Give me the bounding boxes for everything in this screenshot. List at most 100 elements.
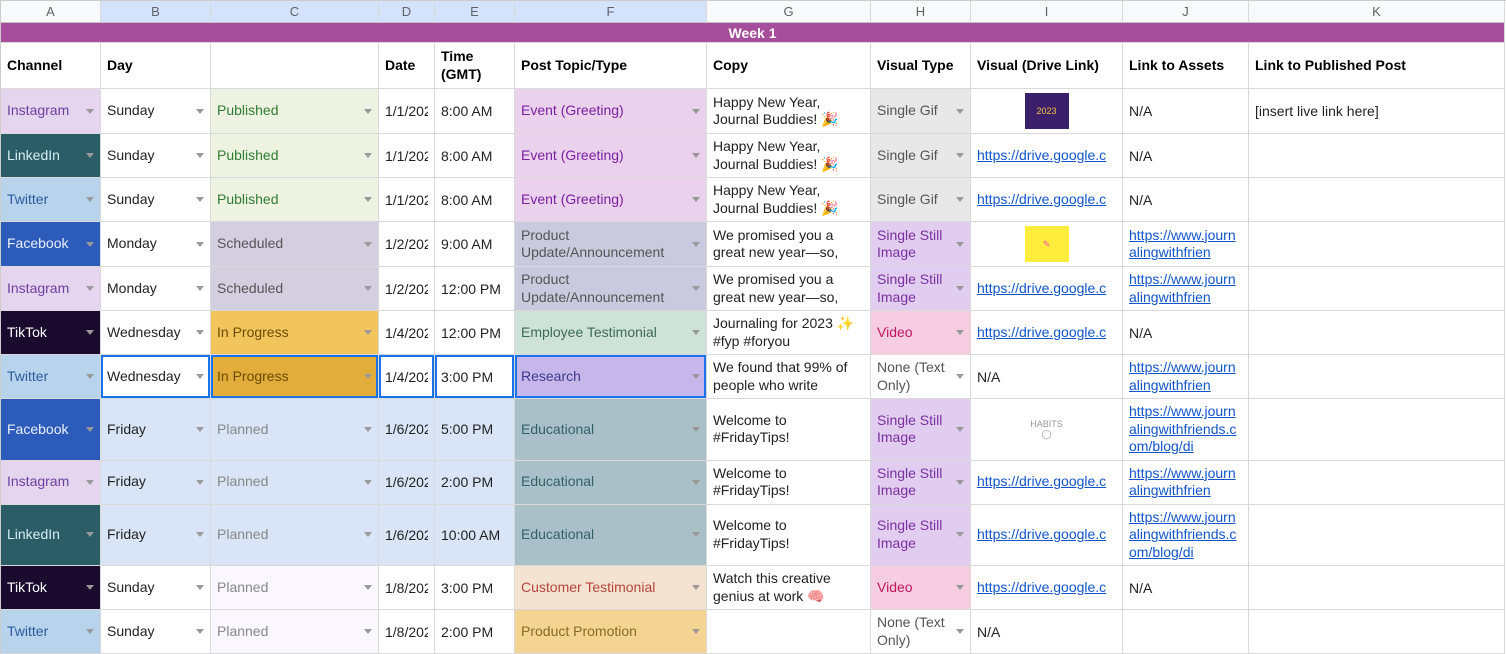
drive-cell[interactable]: ✎: [971, 222, 1123, 267]
col-head-K[interactable]: K: [1249, 1, 1505, 23]
drive-cell-link[interactable]: https://drive.google.c: [977, 526, 1116, 544]
channel-cell[interactable]: LinkedIn: [1, 505, 101, 567]
status-cell[interactable]: Planned: [211, 461, 379, 505]
copy-cell[interactable]: We promised you a great new year—so,: [707, 222, 871, 267]
date-cell[interactable]: 1/1/2023: [379, 89, 435, 134]
time-cell[interactable]: 3:00 PM: [435, 355, 515, 399]
date-cell[interactable]: 1/2/2023: [379, 222, 435, 267]
visual-type-cell[interactable]: Single Still Image: [871, 505, 971, 567]
header-F[interactable]: Post Topic/Type: [515, 43, 707, 89]
status-cell[interactable]: Planned: [211, 610, 379, 654]
drive-cell-link[interactable]: https://drive.google.c: [977, 473, 1116, 491]
published-cell[interactable]: [1249, 178, 1505, 222]
channel-cell[interactable]: Instagram: [1, 461, 101, 505]
copy-cell[interactable]: Happy New Year, Journal Buddies! 🎉: [707, 134, 871, 178]
time-cell[interactable]: 3:00 PM: [435, 566, 515, 610]
drive-cell[interactable]: HABITS ◯: [971, 399, 1123, 461]
drive-cell[interactable]: https://drive.google.c: [971, 134, 1123, 178]
time-cell[interactable]: 12:00 PM: [435, 311, 515, 355]
time-cell[interactable]: 5:00 PM: [435, 399, 515, 461]
visual-type-cell[interactable]: Single Gif: [871, 89, 971, 134]
channel-cell[interactable]: Twitter: [1, 355, 101, 399]
visual-type-cell[interactable]: Single Gif: [871, 178, 971, 222]
topic-cell[interactable]: Event (Greeting): [515, 89, 707, 134]
date-cell[interactable]: 1/6/2023: [379, 399, 435, 461]
header-I[interactable]: Visual (Drive Link): [971, 43, 1123, 89]
day-cell[interactable]: Friday: [101, 461, 211, 505]
col-head-F[interactable]: F: [515, 1, 707, 23]
day-cell[interactable]: Wednesday: [101, 355, 211, 399]
topic-cell[interactable]: Educational: [515, 461, 707, 505]
col-head-A[interactable]: A: [1, 1, 101, 23]
header-G[interactable]: Copy: [707, 43, 871, 89]
drive-cell[interactable]: https://drive.google.c: [971, 311, 1123, 355]
copy-cell[interactable]: Journaling for 2023 ✨ #fyp #foryou: [707, 311, 871, 355]
status-cell[interactable]: In Progress: [211, 355, 379, 399]
topic-cell[interactable]: Event (Greeting): [515, 178, 707, 222]
col-head-D[interactable]: D: [379, 1, 435, 23]
assets-cell[interactable]: https://www.journalingwithfrien: [1123, 355, 1249, 399]
visual-type-cell[interactable]: Single Still Image: [871, 267, 971, 311]
published-cell[interactable]: [1249, 222, 1505, 267]
visual-type-cell[interactable]: Video: [871, 566, 971, 610]
channel-cell[interactable]: Twitter: [1, 178, 101, 222]
assets-cell[interactable]: N/A: [1123, 178, 1249, 222]
drive-cell[interactable]: https://drive.google.c: [971, 566, 1123, 610]
header-C[interactable]: [211, 43, 379, 89]
day-cell[interactable]: Friday: [101, 505, 211, 567]
drive-cell-link[interactable]: https://drive.google.c: [977, 324, 1116, 342]
drive-cell[interactable]: N/A: [971, 355, 1123, 399]
assets-cell[interactable]: https://www.journalingwithfrien: [1123, 267, 1249, 311]
time-cell[interactable]: 9:00 AM: [435, 222, 515, 267]
assets-cell-link[interactable]: https://www.journalingwithfrien: [1129, 359, 1242, 394]
time-cell[interactable]: 10:00 AM: [435, 505, 515, 567]
assets-cell-link[interactable]: https://www.journalingwithfrien: [1129, 465, 1242, 500]
day-cell[interactable]: Wednesday: [101, 311, 211, 355]
assets-cell-link[interactable]: https://www.journalingwithfrien: [1129, 227, 1242, 262]
visual-type-cell[interactable]: Single Still Image: [871, 461, 971, 505]
date-cell[interactable]: 1/1/2023: [379, 134, 435, 178]
drive-cell[interactable]: https://drive.google.c: [971, 505, 1123, 567]
assets-cell[interactable]: N/A: [1123, 134, 1249, 178]
assets-cell[interactable]: N/A: [1123, 566, 1249, 610]
time-cell[interactable]: 2:00 PM: [435, 461, 515, 505]
published-cell[interactable]: [1249, 566, 1505, 610]
topic-cell[interactable]: Product Update/Announcement: [515, 267, 707, 311]
topic-cell[interactable]: Product Update/Announcement: [515, 222, 707, 267]
status-cell[interactable]: Planned: [211, 566, 379, 610]
topic-cell[interactable]: Research: [515, 355, 707, 399]
visual-type-cell[interactable]: Single Gif: [871, 134, 971, 178]
col-head-H[interactable]: H: [871, 1, 971, 23]
published-cell[interactable]: [1249, 461, 1505, 505]
published-cell[interactable]: [1249, 610, 1505, 654]
day-cell[interactable]: Sunday: [101, 610, 211, 654]
channel-cell[interactable]: Facebook: [1, 399, 101, 461]
date-cell[interactable]: 1/6/2023: [379, 505, 435, 567]
published-cell[interactable]: [insert live link here]: [1249, 89, 1505, 134]
topic-cell[interactable]: Event (Greeting): [515, 134, 707, 178]
copy-cell[interactable]: Welcome to #FridayTips!: [707, 461, 871, 505]
date-cell[interactable]: 1/2/2023: [379, 267, 435, 311]
copy-cell[interactable]: Welcome to #FridayTips!: [707, 399, 871, 461]
channel-cell[interactable]: TikTok: [1, 311, 101, 355]
copy-cell[interactable]: Watch this creative genius at work 🧠: [707, 566, 871, 610]
header-B[interactable]: Day: [101, 43, 211, 89]
drive-cell[interactable]: https://drive.google.c: [971, 267, 1123, 311]
topic-cell[interactable]: Product Promotion: [515, 610, 707, 654]
time-cell[interactable]: 8:00 AM: [435, 178, 515, 222]
visual-type-cell[interactable]: Single Still Image: [871, 222, 971, 267]
published-cell[interactable]: [1249, 505, 1505, 567]
assets-cell[interactable]: [1123, 610, 1249, 654]
assets-cell-link[interactable]: https://www.journalingwithfriends.com/bl…: [1129, 509, 1242, 562]
status-cell[interactable]: Planned: [211, 505, 379, 567]
date-cell[interactable]: 1/6/2023: [379, 461, 435, 505]
drive-cell-link[interactable]: https://drive.google.c: [977, 191, 1116, 209]
copy-cell[interactable]: Happy New Year, Journal Buddies! 🎉: [707, 178, 871, 222]
assets-cell-link[interactable]: https://www.journalingwithfriends.com/bl…: [1129, 403, 1242, 456]
drive-cell[interactable]: N/A: [971, 610, 1123, 654]
day-cell[interactable]: Friday: [101, 399, 211, 461]
header-J[interactable]: Link to Assets: [1123, 43, 1249, 89]
status-cell[interactable]: Scheduled: [211, 267, 379, 311]
channel-cell[interactable]: Facebook: [1, 222, 101, 267]
status-cell[interactable]: In Progress: [211, 311, 379, 355]
